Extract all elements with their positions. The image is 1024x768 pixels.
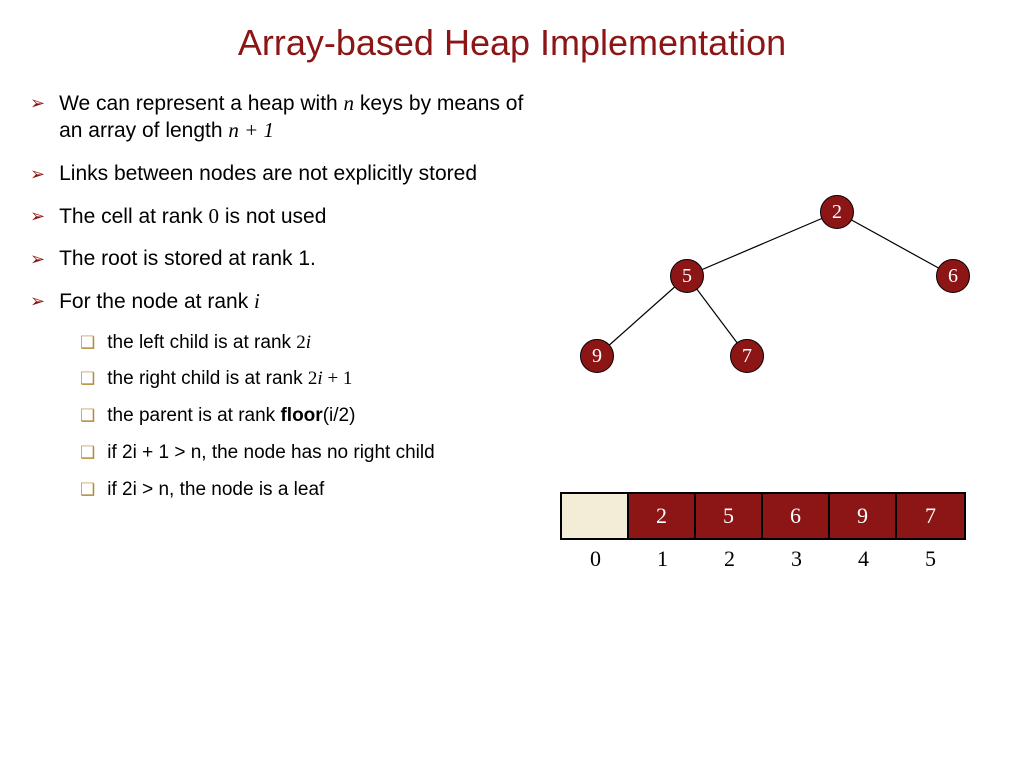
tree-node-root: 2	[820, 195, 854, 229]
array-index: 5	[897, 540, 964, 572]
tree-node: 5	[670, 259, 704, 293]
array-index: 2	[696, 540, 763, 572]
bullet-item: For the node at rank i	[30, 288, 540, 315]
tree-edges	[560, 165, 990, 405]
sub-bullet-item: if 2i > n, the node is a leaf	[80, 479, 540, 502]
main-bullet-list: We can represent a heap with n keys by m…	[30, 90, 540, 316]
sub-bullet-list: the left child is at rank 2i the right c…	[80, 332, 540, 502]
slide-title: Array-based Heap Implementation	[0, 0, 1024, 64]
array-cell: 7	[897, 494, 964, 538]
expr-n-plus-1: n + 1	[228, 118, 274, 142]
array-cell: 9	[830, 494, 897, 538]
rank-zero: 0	[209, 204, 220, 228]
text: We can represent a heap with	[59, 92, 343, 115]
bullet-item: The cell at rank 0 is not used	[30, 203, 540, 230]
floor-fn: floor	[280, 405, 322, 426]
array-cell: 6	[763, 494, 830, 538]
sub-bullet-item: the left child is at rank 2i	[80, 332, 540, 355]
text: The cell at rank	[59, 205, 208, 228]
bullet-item: We can represent a heap with n keys by m…	[30, 90, 540, 145]
tree-node: 7	[730, 339, 764, 373]
array-index: 4	[830, 540, 897, 572]
array-index: 3	[763, 540, 830, 572]
sub-bullet-item: the parent is at rank floor(i/2)	[80, 405, 540, 428]
heap-tree-diagram: 2 5 6 9 7	[560, 165, 990, 405]
array-index: 1	[629, 540, 696, 572]
tree-node: 9	[580, 339, 614, 373]
sub-bullet-item: the right child is at rank 2i + 1	[80, 368, 540, 391]
bullet-item: Links between nodes are not explicitly s…	[30, 161, 540, 187]
array-cells: 2 5 6 9 7	[560, 492, 966, 540]
array-representation: 2 5 6 9 7 0 1 2 3 4 5	[560, 492, 966, 572]
array-indices: 0 1 2 3 4 5	[560, 540, 966, 572]
var-n: n	[344, 91, 355, 115]
array-index: 0	[562, 540, 629, 572]
text: For the node at rank	[59, 290, 254, 313]
sub-bullet-item: if 2i + 1 > n, the node has no right chi…	[80, 442, 540, 465]
text: is not used	[219, 205, 326, 228]
array-cell: 5	[696, 494, 763, 538]
var-i: i	[254, 289, 260, 313]
array-cell: 2	[629, 494, 696, 538]
tree-node: 6	[936, 259, 970, 293]
array-cell-empty	[562, 494, 629, 538]
bullet-content: We can represent a heap with n keys by m…	[30, 90, 540, 515]
bullet-item: The root is stored at rank 1.	[30, 246, 540, 272]
